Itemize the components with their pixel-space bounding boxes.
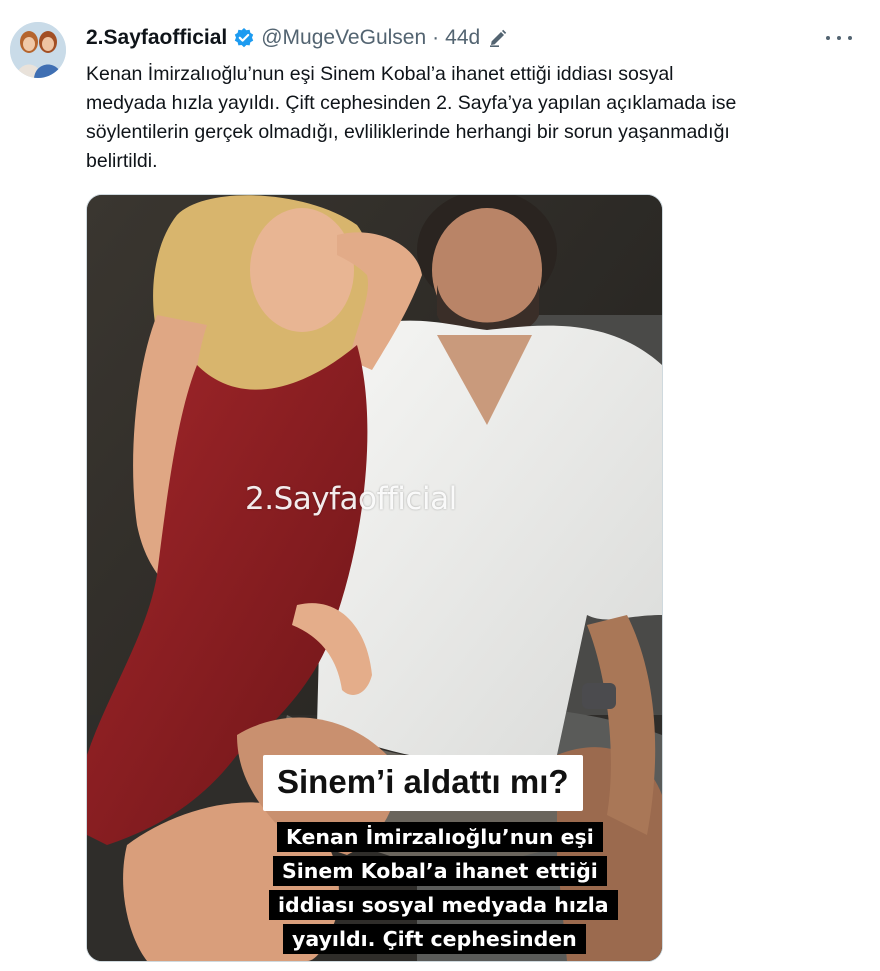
- tweet-header: 2.Sayfaofficial @MugeVeGulsen · 44d: [86, 24, 508, 52]
- tweet-text: Kenan İmirzalıoğlu’nun eşi Sinem Kobal’a…: [86, 60, 856, 176]
- photo-caption-line: Sinem Kobal’a ihanet ettiği: [273, 856, 607, 886]
- display-name[interactable]: 2.Sayfaofficial: [86, 26, 227, 50]
- photo-watermark: 2.Sayfaofficial: [245, 481, 457, 517]
- timestamp[interactable]: 44d: [445, 26, 480, 50]
- more-options-icon[interactable]: [826, 26, 852, 50]
- tweet-text-line: belirtildi.: [86, 150, 158, 172]
- verified-badge-icon: [233, 27, 255, 49]
- tweet-text-line: Kenan İmirzalıoğlu’nun eşi Sinem Kobal’a…: [86, 63, 674, 85]
- tweet-text-line: söylentilerin gerçek olmadığı, evlilikle…: [86, 121, 730, 143]
- tweet-card[interactable]: 2.Sayfaofficial @MugeVeGulsen · 44d Kena…: [0, 0, 880, 971]
- photo-headline: Sinem’i aldattı mı?: [263, 755, 583, 811]
- user-handle[interactable]: @MugeVeGulsen: [261, 26, 426, 50]
- tweet-photo[interactable]: 2.Sayfaofficial Sinem’i aldattı mı? Kena…: [86, 194, 663, 962]
- edit-pencil-icon[interactable]: [488, 28, 508, 48]
- more-dot: [837, 36, 841, 40]
- tweet-text-line: medyada hızla yayıldı. Çift cephesinden …: [86, 92, 737, 114]
- photo-caption-line: Kenan İmirzalıoğlu’nun eşi: [277, 822, 603, 852]
- avatar[interactable]: [10, 22, 66, 78]
- more-dot: [848, 36, 852, 40]
- photo-caption-line: yayıldı. Çift cephesinden: [283, 924, 586, 954]
- photo-caption-line: iddiası sosyal medyada hızla: [269, 890, 618, 920]
- more-dot: [826, 36, 830, 40]
- separator-dot: ·: [432, 26, 440, 49]
